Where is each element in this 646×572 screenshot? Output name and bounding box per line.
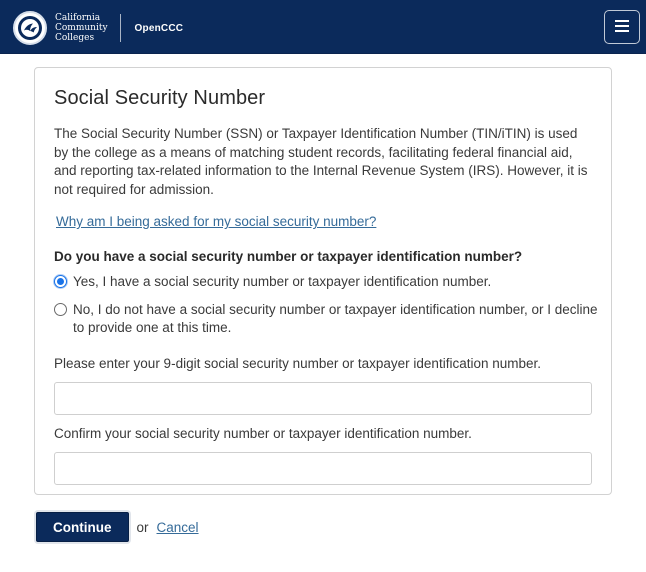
ssn-confirm-label: Confirm your social security number or t… bbox=[54, 426, 472, 441]
or-separator: or bbox=[136, 519, 149, 535]
form-actions: Continue or Cancel bbox=[36, 512, 199, 542]
brand-line-2: Community bbox=[55, 23, 108, 33]
brand-wordmark: California Community Colleges bbox=[55, 13, 108, 43]
top-navigation-bar: California Community Colleges OpenCCC bbox=[0, 0, 646, 54]
radio-button-yes[interactable] bbox=[54, 275, 67, 288]
ssn-question: Do you have a social security number or … bbox=[54, 249, 523, 264]
page-title: Social Security Number bbox=[54, 87, 266, 109]
continue-button[interactable]: Continue bbox=[36, 512, 129, 542]
ssn-option-yes[interactable]: Yes, I have a social security number or … bbox=[54, 273, 599, 291]
ssn-confirm-input[interactable] bbox=[54, 452, 592, 485]
hamburger-menu-button[interactable] bbox=[604, 10, 640, 44]
ssn-option-yes-label: Yes, I have a social security number or … bbox=[73, 274, 492, 289]
ssn-option-no[interactable]: No, I do not have a social security numb… bbox=[54, 301, 599, 337]
ssn-entry-input[interactable] bbox=[54, 382, 592, 415]
brand-divider bbox=[119, 14, 121, 42]
why-ssn-link[interactable]: Why am I being asked for my social secur… bbox=[56, 213, 376, 231]
california-community-colleges-seal-icon bbox=[13, 11, 47, 45]
hamburger-menu-icon bbox=[615, 19, 629, 35]
radio-selected-dot bbox=[57, 278, 64, 285]
brand-logo[interactable]: California Community Colleges OpenCCC bbox=[13, 8, 183, 48]
cancel-link[interactable]: Cancel bbox=[157, 520, 199, 535]
radio-button-no[interactable] bbox=[54, 303, 67, 316]
ssn-form-card: Social Security Number The Social Securi… bbox=[34, 67, 612, 495]
app-name: OpenCCC bbox=[134, 22, 184, 34]
brand-line-1: California bbox=[55, 13, 101, 23]
ssn-option-no-label: No, I do not have a social security numb… bbox=[73, 302, 598, 335]
ssn-description: The Social Security Number (SSN) or Taxp… bbox=[54, 126, 588, 197]
brand-line-3: Colleges bbox=[55, 33, 95, 43]
ssn-entry-label: Please enter your 9-digit social securit… bbox=[54, 356, 541, 371]
